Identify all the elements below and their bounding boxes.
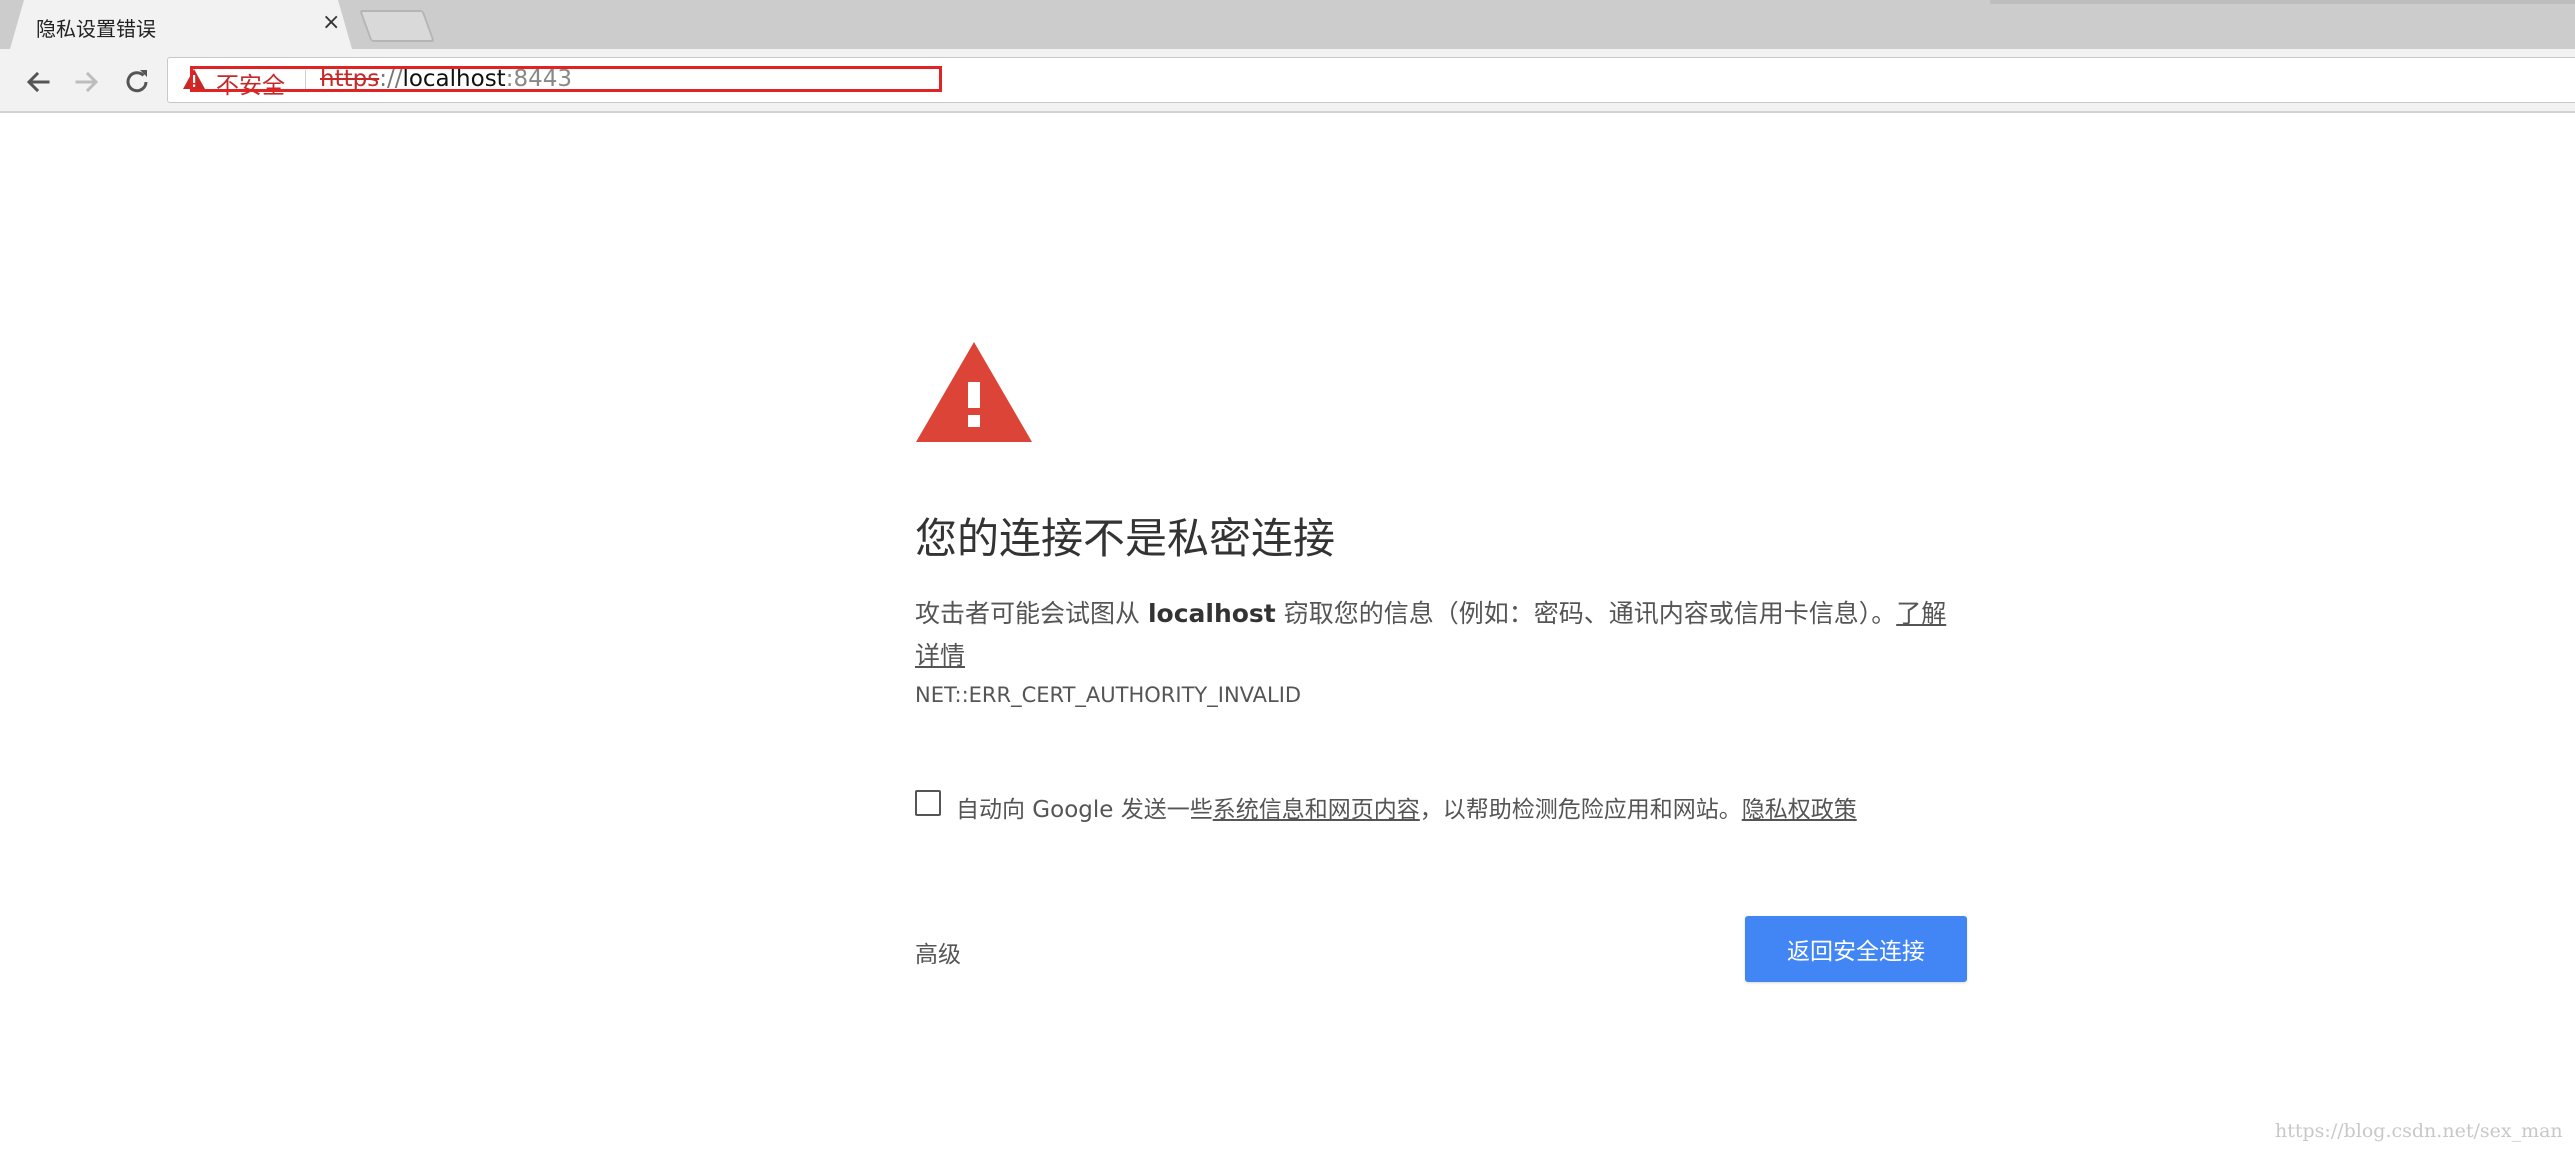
error-code: NET::ERR_CERT_AUTHORITY_INVALID [915,683,1302,707]
optin-middle: ，以帮助检测危险应用和网站。 [1419,797,1742,823]
explanation-host: localhost [1147,599,1276,628]
reporting-checkbox[interactable] [915,790,941,816]
warning-icon [916,342,1032,442]
explanation-suffix: 窃取您的信息（例如：密码、通讯内容或信用卡信息）。 [1275,599,1897,628]
explanation-prefix: 攻击者可能会试图从 [915,599,1148,628]
watermark: https://blog.csdn.net/sex_man [2275,1120,2563,1142]
back-arrow-icon[interactable] [21,65,55,99]
browser-toolbar: 不安全 https://localhost:8443 [0,49,2575,113]
new-tab-button[interactable] [359,10,435,42]
explanation-text: 攻击者可能会试图从 localhost 窃取您的信息（例如：密码、通讯内容或信用… [915,593,1965,677]
optin-prefix: 自动向 Google 发送一些 [956,797,1213,823]
privacy-policy-link[interactable]: 隐私权政策 [1742,797,1857,823]
page-title: 您的连接不是私密连接 [915,514,1336,563]
close-icon[interactable]: × [322,10,340,36]
optin-label: 自动向 Google 发送一些系统信息和网页内容，以帮助检测危险应用和网站。隐私… [956,790,1857,824]
profile-bar [1990,0,2575,4]
system-info-link[interactable]: 系统信息和网页内容 [1213,797,1420,823]
back-to-safety-button[interactable]: 返回安全连接 [1745,916,1967,982]
browser-tab[interactable]: 隐私设置错误 × [10,0,352,49]
reload-icon[interactable] [120,65,154,99]
url-highlight-box [190,66,942,92]
advanced-button[interactable]: 高级 [915,935,961,969]
tab-strip: 隐私设置错误 × [0,0,2575,49]
forward-arrow-icon[interactable] [70,65,104,99]
extended-reporting-optin: 自动向 Google 发送一些系统信息和网页内容，以帮助检测危险应用和网站。隐私… [915,790,1965,823]
address-bar[interactable]: 不安全 https://localhost:8443 [167,57,2575,103]
tab-title: 隐私设置错误 [36,17,156,41]
